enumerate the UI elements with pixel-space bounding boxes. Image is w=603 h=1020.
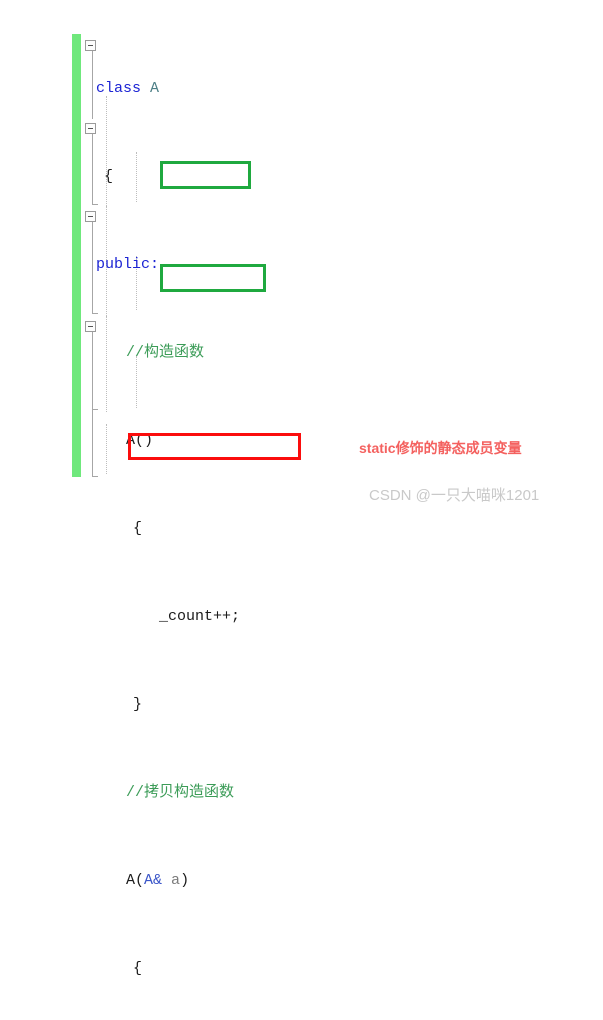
code-line[interactable]: } <box>96 694 315 716</box>
code-line[interactable]: A(A& a) <box>96 870 315 892</box>
token-copy-ctor-param: a <box>171 872 181 889</box>
token-copy-ctor-close: ) <box>180 872 190 889</box>
token-open-brace-copy-ctor: { <box>133 960 143 977</box>
token-count-increment-ctor: _count++; <box>159 608 241 625</box>
code-line[interactable]: //拷贝构造函数 <box>96 782 315 804</box>
token-open-brace-class: { <box>104 168 114 185</box>
highlight-box-count-inc-copy-ctor <box>160 264 266 292</box>
code-line[interactable]: class A <box>96 78 315 100</box>
fold-spine-getcount <box>92 328 93 410</box>
code-line[interactable]: { <box>96 518 315 540</box>
fold-spine-constructor <box>92 130 93 205</box>
fold-toggle-getcount[interactable] <box>85 321 96 332</box>
fold-toggle-class[interactable] <box>85 40 96 51</box>
highlight-box-static-member <box>128 433 301 460</box>
csdn-watermark: CSDN @一只大喵咪1201 <box>369 487 540 504</box>
token-copy-ctor-open: A( <box>126 872 145 889</box>
fold-toggle-constructor[interactable] <box>85 123 96 134</box>
highlight-box-count-inc-ctor <box>160 161 251 189</box>
code-line[interactable]: _count++; <box>96 606 315 628</box>
fold-spine-private <box>92 410 93 477</box>
code-line[interactable]: { <box>96 958 315 980</box>
gutter-change-bar <box>72 34 81 477</box>
fold-spine-copy-constructor <box>92 218 93 314</box>
token-copy-ctor-type: A& <box>144 872 163 889</box>
code-line[interactable]: //构造函数 <box>96 342 315 364</box>
token-public-colon: : <box>150 256 160 273</box>
token-class-name: A <box>150 80 160 97</box>
token-public-keyword: public <box>96 256 151 273</box>
fold-toggle-copy-constructor[interactable] <box>85 211 96 222</box>
token-open-brace-ctor: { <box>133 520 143 537</box>
annotation-static-member: static修饰的静态成员变量 <box>359 440 522 456</box>
token-comment-copy-constructor: //拷贝构造函数 <box>126 784 235 801</box>
token-class-keyword: class <box>96 80 142 97</box>
code-editor-pane: class A { public: //构造函数 A() { _count++;… <box>0 0 603 977</box>
token-comment-constructor: //构造函数 <box>126 344 205 361</box>
token-close-brace-ctor: } <box>133 696 143 713</box>
fold-spine-class <box>92 46 93 119</box>
